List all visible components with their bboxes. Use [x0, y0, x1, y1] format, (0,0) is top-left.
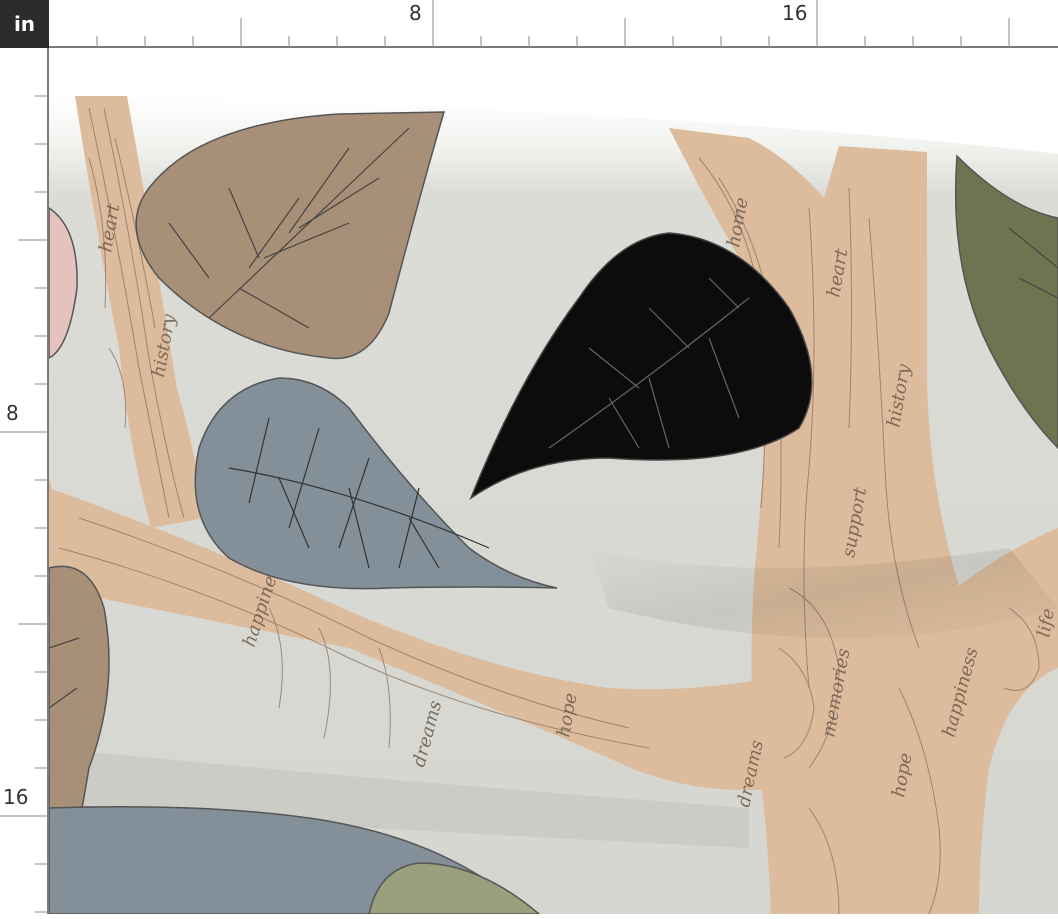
ruler-label-8-vertical: 8	[6, 401, 19, 425]
ruler-label-16: 16	[782, 1, 808, 25]
vertical-ruler: 8 16	[0, 48, 49, 914]
horizontal-ruler-ticks	[96, 0, 1010, 48]
ruler-label-16-vertical: 16	[3, 785, 29, 809]
unit-label: in	[0, 0, 49, 48]
horizontal-ruler: 8 16	[49, 0, 1058, 48]
fabric-design-canvas[interactable]: heart history happiness dreams hope lies…	[49, 48, 1058, 914]
ruler-label-8: 8	[409, 1, 422, 25]
tree-leaf-pattern: heart history happiness dreams hope lies…	[49, 48, 1058, 914]
